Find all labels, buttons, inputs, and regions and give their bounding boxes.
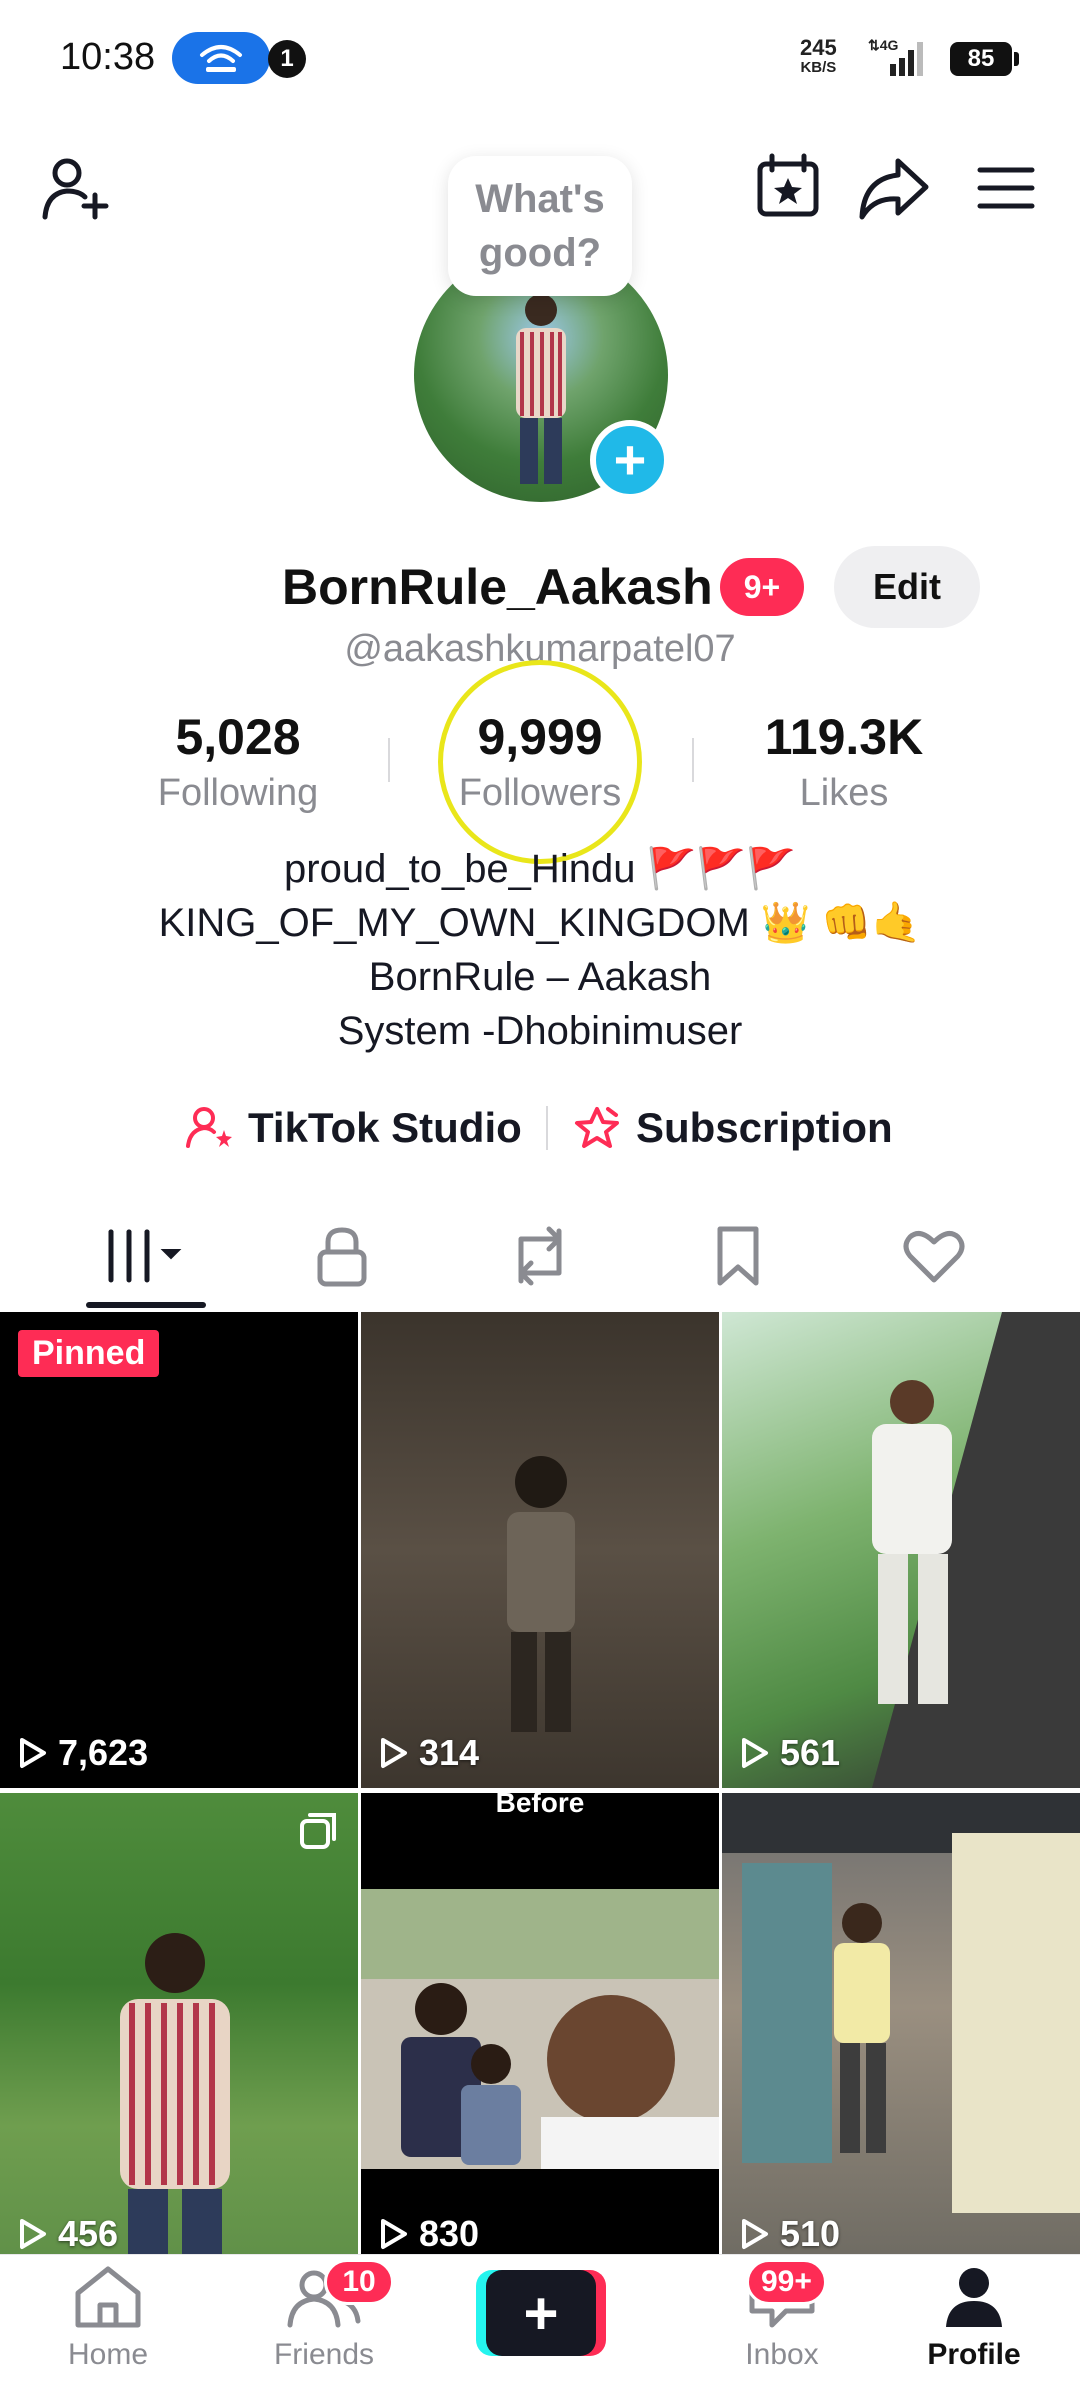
nav-inbox[interactable]: Inbox 99+: [702, 2259, 862, 2372]
nav-home[interactable]: Home: [28, 2265, 188, 2372]
network-speed-unit: KB/S: [800, 59, 837, 76]
video-tile[interactable]: 510: [722, 1793, 1080, 2269]
view-count: 456: [18, 2213, 118, 2255]
nav-inbox-label: Inbox: [745, 2338, 819, 2371]
view-count-value: 456: [58, 2213, 119, 2254]
video-tile[interactable]: 456: [0, 1793, 358, 2269]
bio-line: KING_OF_MY_OWN_KINGDOM 👑 👊🤙: [158, 901, 922, 945]
video-tile[interactable]: Before 830: [361, 1793, 719, 2269]
heart-icon: [903, 1230, 965, 1283]
video-thumbnail-figure: [361, 1889, 719, 2269]
network-speed: 245 KB/S: [800, 35, 837, 78]
network-speed-value: 245: [800, 35, 837, 60]
tiktok-studio-link[interactable]: TikTok Studio: [186, 1098, 522, 1158]
friends-badge: 10: [324, 2259, 394, 2305]
lock-icon: [317, 1227, 367, 1287]
pinned-badge: Pinned: [18, 1330, 160, 1377]
content-tabs: [0, 1210, 1080, 1310]
subscription-label: Subscription: [636, 1104, 893, 1151]
nav-profile[interactable]: Profile: [894, 2265, 1054, 2372]
plus-icon: +: [486, 2270, 596, 2356]
view-count: 7,623: [18, 1732, 148, 1774]
video-tile[interactable]: 314: [361, 1312, 719, 1788]
play-icon: [381, 1738, 407, 1768]
view-count: 561: [740, 1732, 840, 1774]
svg-text:⇅4G: ⇅4G: [868, 37, 899, 53]
repost-icon: [518, 1226, 562, 1286]
share-icon[interactable]: [852, 146, 936, 230]
following-label: Following: [157, 772, 319, 814]
menu-icon[interactable]: [966, 148, 1046, 228]
video-tile[interactable]: 561: [722, 1312, 1080, 1788]
stat-divider: [388, 738, 390, 782]
tab-saved[interactable]: [678, 1210, 798, 1302]
status-time: 10:38: [60, 36, 156, 78]
view-count: 314: [379, 1732, 479, 1774]
view-count: 830: [379, 2213, 479, 2255]
bio-line: proud_to_be_Hindu 🚩🚩🚩: [284, 847, 796, 891]
tiktok-studio-label: TikTok Studio: [248, 1104, 522, 1151]
play-icon: [742, 2219, 768, 2249]
play-icon: [742, 1738, 768, 1768]
highlight-circle: [438, 660, 642, 864]
view-count-value: 7,623: [58, 1732, 149, 1773]
video-thumbnail-figure: [722, 1793, 1080, 2213]
view-count-value: 510: [780, 2213, 841, 2254]
notification-count-badge: 1: [268, 40, 306, 78]
active-tab-indicator: [86, 1302, 206, 1308]
edit-profile-button[interactable]: Edit: [834, 546, 980, 628]
tab-private[interactable]: [282, 1210, 402, 1302]
link-divider: [546, 1106, 548, 1150]
calendar-star-icon[interactable]: [748, 146, 828, 226]
stat-divider: [692, 738, 694, 782]
play-icon: [381, 2219, 407, 2249]
tab-videos[interactable]: [86, 1210, 206, 1302]
video-thumbnail-figure: [872, 1312, 1080, 1788]
nav-home-label: Home: [67, 2338, 149, 2371]
video-grid: Pinned 7,623 314 561 456 Before 830 510: [0, 1312, 1080, 2269]
nav-friends-label: Friends: [273, 2338, 375, 2371]
nav-friends[interactable]: Friends 10: [244, 2259, 404, 2372]
video-thumbnail-figure: [507, 1456, 575, 1732]
username-badge[interactable]: 9+: [720, 558, 804, 616]
before-caption: Before: [361, 1793, 719, 1889]
profile-icon: [946, 2268, 1002, 2327]
add-friend-icon[interactable]: [36, 148, 118, 230]
view-count: 510: [740, 2213, 840, 2255]
following-stat[interactable]: 5,028 Following: [108, 708, 368, 815]
tab-reposts[interactable]: [480, 1210, 600, 1302]
studio-icon: [186, 1107, 232, 1148]
nav-profile-label: Profile: [927, 2338, 1021, 2371]
subscription-icon: [575, 1107, 619, 1148]
status-bar: 10:38 1 245 KB/S ⇅4G 85: [0, 0, 1080, 118]
view-count-value: 561: [780, 1732, 841, 1773]
inbox-badge: 99+: [746, 2259, 827, 2305]
create-button[interactable]: +: [476, 2270, 606, 2356]
status-bubble[interactable]: What's good?: [448, 156, 632, 296]
view-count-value: 830: [419, 2213, 480, 2254]
bookmark-icon: [717, 1226, 759, 1286]
signal-icon: ⇅4G: [868, 37, 923, 76]
add-story-button[interactable]: +: [590, 420, 670, 500]
battery-indicator: 85: [950, 42, 1019, 76]
multi-image-icon: [300, 1813, 336, 1849]
likes-label: Likes: [799, 772, 889, 814]
tab-liked[interactable]: [874, 1210, 994, 1302]
play-icon: [20, 1738, 46, 1768]
username: BornRule_Aakash: [282, 559, 713, 615]
subscription-link[interactable]: Subscription: [572, 1098, 893, 1158]
likes-count: 119.3K: [764, 709, 924, 765]
bio-line: BornRule – Aakash: [368, 955, 712, 999]
videos-grid-icon: [108, 1229, 182, 1283]
view-count-value: 314: [419, 1732, 480, 1773]
likes-stat[interactable]: 119.3K Likes: [714, 708, 974, 815]
bio: proud_to_be_Hindu 🚩🚩🚩 KING_OF_MY_OWN_KIN…: [0, 842, 1080, 1058]
bio-line: System -Dhobinimuser: [337, 1009, 743, 1053]
following-count: 5,028: [175, 709, 301, 765]
hotspot-icon: [172, 32, 270, 84]
video-tile[interactable]: Pinned 7,623: [0, 1312, 358, 1788]
play-icon: [20, 2219, 46, 2249]
home-icon: [75, 2266, 141, 2328]
